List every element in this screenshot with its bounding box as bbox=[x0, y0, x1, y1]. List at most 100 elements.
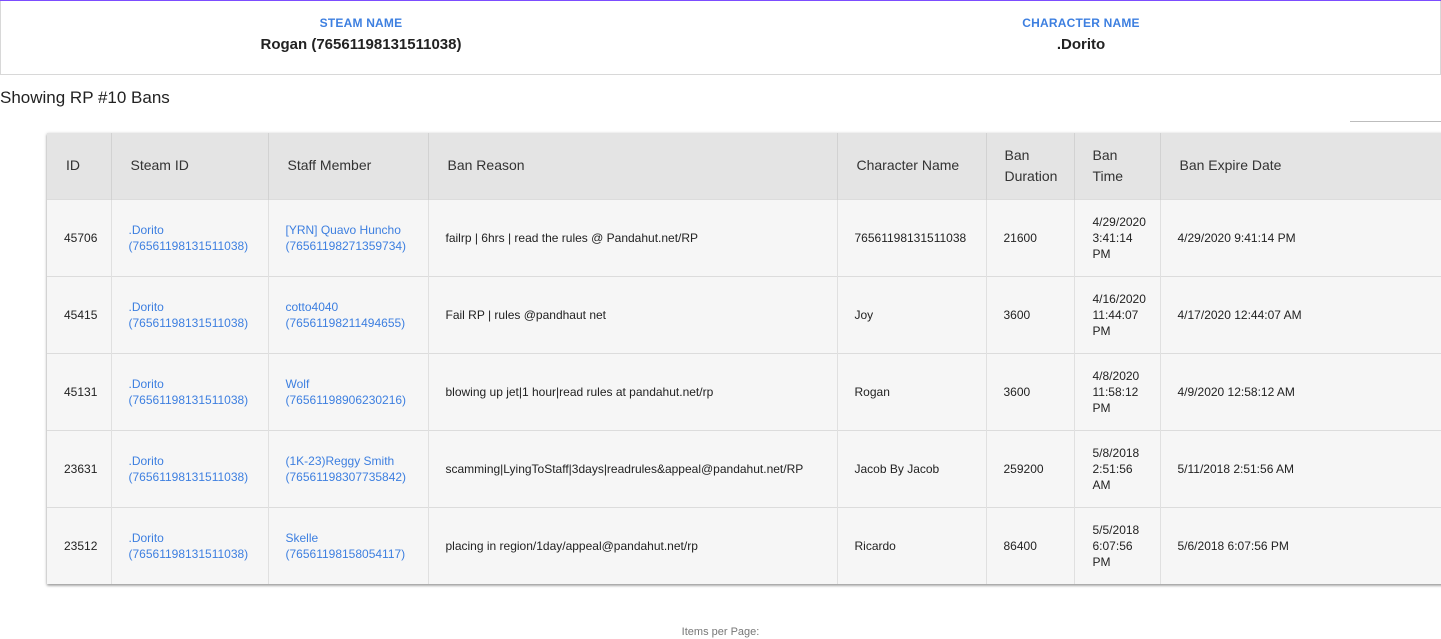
ban-time-date: 4/8/2020 bbox=[1092, 368, 1140, 383]
cell-ban-time: 5/8/2018 2:51:56 AM bbox=[1074, 430, 1161, 507]
ban-time-clock: 11:58:12 bbox=[1092, 384, 1139, 399]
ban-time-clock: 2:51:56 bbox=[1092, 461, 1133, 476]
cell-character: 76561198131511038 bbox=[837, 199, 987, 276]
header-id[interactable]: ID bbox=[47, 133, 112, 199]
cell-staff: Skelle (76561198158054117) bbox=[268, 507, 429, 584]
header-row: ID Steam ID Staff Member Ban Reason Char… bbox=[47, 133, 1441, 199]
cell-duration: 21600 bbox=[986, 199, 1075, 276]
search-input[interactable] bbox=[1350, 78, 1441, 122]
character-name-value: .Dorito bbox=[1056, 36, 1106, 53]
cell-id: 23631 bbox=[47, 430, 112, 507]
staff-id-link[interactable]: (76561198906230216) bbox=[286, 392, 428, 408]
cell-ban-time: 4/29/2020 3:41:14 PM bbox=[1074, 199, 1161, 276]
cell-character: Ricardo bbox=[837, 507, 987, 584]
cell-reason: failrp | 6hrs | read the rules @ Pandahu… bbox=[428, 199, 838, 276]
table-row: 45706 .Dorito (76561198131511038) [YRN] … bbox=[47, 199, 1441, 276]
player-profile-card: STEAM NAME Rogan (76561198131511038) CHA… bbox=[0, 1, 1441, 75]
steam-id-link[interactable]: (76561198131511038) bbox=[129, 315, 268, 331]
steam-name-section: STEAM NAME Rogan (76561198131511038) bbox=[1, 1, 721, 53]
cell-reason: blowing up jet|1 hour|read rules at pand… bbox=[428, 353, 838, 430]
cell-id: 23512 bbox=[47, 507, 112, 584]
table-row: 45131 .Dorito (76561198131511038) Wolf (… bbox=[47, 353, 1441, 430]
ban-time-date: 4/16/2020 bbox=[1092, 291, 1146, 306]
cell-reason: Fail RP | rules @pandhaut net bbox=[428, 276, 838, 353]
table-row: 23631 .Dorito (76561198131511038) (1K-23… bbox=[47, 430, 1441, 507]
staff-name-link[interactable]: [YRN] Quavo Huncho bbox=[286, 222, 428, 238]
steam-name-link[interactable]: .Dorito bbox=[129, 222, 268, 238]
staff-id-link[interactable]: (76561198158054117) bbox=[286, 546, 428, 562]
staff-id-link[interactable]: (76561198211494655) bbox=[286, 315, 428, 331]
steam-id-link[interactable]: (76561198131511038) bbox=[129, 392, 268, 408]
cell-id: 45131 bbox=[47, 353, 112, 430]
bans-table: ID Steam ID Staff Member Ban Reason Char… bbox=[47, 133, 1441, 584]
table-row: 45415 .Dorito (76561198131511038) cotto4… bbox=[47, 276, 1441, 353]
steam-name-link[interactable]: .Dorito bbox=[129, 530, 268, 546]
cell-expire: 4/17/2020 12:44:07 AM bbox=[1177, 307, 1302, 322]
steam-id-link[interactable]: (76561198131511038) bbox=[129, 469, 268, 485]
ban-time-clock: 11:44:07 bbox=[1092, 307, 1139, 322]
cell-ban-time: 4/16/2020 11:44:07 PM bbox=[1074, 276, 1161, 353]
cell-ban-time: 5/5/2018 6:07:56 PM bbox=[1074, 507, 1161, 584]
cell-steam: .Dorito (76561198131511038) bbox=[111, 507, 269, 584]
cell-staff: [YRN] Quavo Huncho (76561198271359734) bbox=[268, 199, 429, 276]
items-per-page-label: Items per Page: bbox=[681, 626, 760, 638]
cell-duration: 86400 bbox=[986, 507, 1075, 584]
cell-duration: 3600 bbox=[986, 276, 1075, 353]
cell-staff: Wolf (76561198906230216) bbox=[268, 353, 429, 430]
cell-expire: 5/6/2018 6:07:56 PM bbox=[1177, 538, 1289, 553]
ban-time-ampm: PM bbox=[1092, 554, 1111, 569]
cell-steam: .Dorito (76561198131511038) bbox=[111, 353, 269, 430]
bans-table-container: ID Steam ID Staff Member Ban Reason Char… bbox=[47, 133, 1441, 584]
steam-id-link[interactable]: (76561198131511038) bbox=[129, 546, 268, 562]
header-steam-id[interactable]: Steam ID bbox=[111, 133, 269, 199]
table-body: 45706 .Dorito (76561198131511038) [YRN] … bbox=[47, 199, 1441, 584]
ban-time-clock: 6:07:56 bbox=[1092, 538, 1133, 553]
steam-id-link[interactable]: (76561198131511038) bbox=[129, 238, 268, 254]
staff-id-link[interactable]: (76561198271359734) bbox=[286, 238, 428, 254]
staff-name-link[interactable]: Wolf bbox=[286, 376, 428, 392]
cell-duration: 259200 bbox=[986, 430, 1075, 507]
cell-steam: .Dorito (76561198131511038) bbox=[111, 199, 269, 276]
cell-steam: .Dorito (76561198131511038) bbox=[111, 276, 269, 353]
header-ban-duration-line1: Ban bbox=[1004, 146, 1030, 163]
staff-name-link[interactable]: (1K-23)Reggy Smith bbox=[286, 453, 428, 469]
steam-name-link[interactable]: .Dorito bbox=[129, 376, 268, 392]
cell-staff: (1K-23)Reggy Smith (76561198307735842) bbox=[268, 430, 429, 507]
cell-reason: scamming|LyingToStaff|3days|readrules&ap… bbox=[428, 430, 838, 507]
cell-character: Joy bbox=[837, 276, 987, 353]
cell-duration: 3600 bbox=[986, 353, 1075, 430]
ban-time-ampm: PM bbox=[1092, 400, 1111, 415]
cell-reason: placing in region/1day/appeal@pandahut.n… bbox=[428, 507, 838, 584]
cell-character: Rogan bbox=[837, 353, 987, 430]
steam-name-value: Rogan (76561198131511038) bbox=[260, 36, 462, 53]
ban-time-date: 5/5/2018 bbox=[1092, 522, 1140, 537]
header-ban-time[interactable]: Ban Time bbox=[1074, 133, 1161, 199]
ban-time-date: 5/8/2018 bbox=[1092, 445, 1140, 460]
cell-expire: 4/9/2020 12:58:12 AM bbox=[1177, 384, 1295, 399]
header-ban-expire-date[interactable]: Ban Expire Date bbox=[1160, 133, 1441, 199]
header-staff-member[interactable]: Staff Member bbox=[268, 133, 429, 199]
cell-steam: .Dorito (76561198131511038) bbox=[111, 430, 269, 507]
steam-name-link[interactable]: .Dorito bbox=[129, 299, 268, 315]
header-character-name[interactable]: Character Name bbox=[837, 133, 987, 199]
ban-time-clock: 3:41:14 bbox=[1092, 230, 1133, 245]
staff-id-link[interactable]: (76561198307735842) bbox=[286, 469, 428, 485]
character-name-section: CHARACTER NAME .Dorito bbox=[721, 1, 1441, 53]
steam-name-link[interactable]: .Dorito bbox=[129, 453, 268, 469]
staff-name-link[interactable]: Skelle bbox=[286, 530, 428, 546]
header-ban-duration[interactable]: Ban Duration bbox=[986, 133, 1075, 199]
cell-ban-time: 4/8/2020 11:58:12 PM bbox=[1074, 353, 1161, 430]
cell-id: 45415 bbox=[47, 276, 112, 353]
header-ban-duration-line2: Duration bbox=[1004, 167, 1058, 184]
steam-name-label: STEAM NAME bbox=[319, 16, 403, 30]
cell-character: Jacob By Jacob bbox=[837, 430, 987, 507]
table-row: 23512 .Dorito (76561198131511038) Skelle… bbox=[47, 507, 1441, 584]
cell-expire: 5/11/2018 2:51:56 AM bbox=[1177, 461, 1295, 476]
ban-time-ampm: PM bbox=[1092, 323, 1111, 338]
header-ban-reason[interactable]: Ban Reason bbox=[428, 133, 838, 199]
ban-time-ampm: AM bbox=[1092, 477, 1111, 492]
table-header: ID Steam ID Staff Member Ban Reason Char… bbox=[47, 133, 1441, 199]
header-ban-time-line1: Ban bbox=[1092, 146, 1118, 163]
character-name-label: CHARACTER NAME bbox=[1022, 16, 1140, 30]
staff-name-link[interactable]: cotto4040 bbox=[286, 299, 428, 315]
